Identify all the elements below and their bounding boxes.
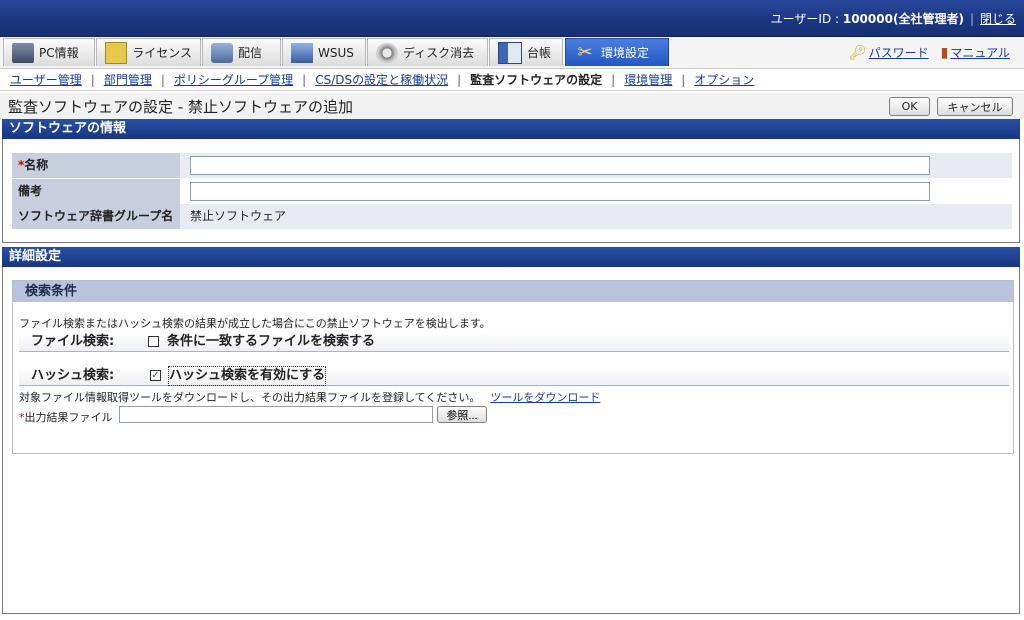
name-input[interactable]: [190, 156, 930, 175]
password-link[interactable]: パスワード: [869, 46, 929, 60]
remarks-label: 備考: [12, 179, 180, 204]
tab-label: 環境設定: [601, 46, 650, 60]
remarks-input[interactable]: [190, 182, 930, 201]
dictionary-group-value: 禁止ソフトウェア: [190, 209, 287, 223]
subnav-cs-ds-settings[interactable]: CS/DSの設定と稼働状況: [315, 71, 448, 88]
user-id-value: 100000(全社管理者): [842, 12, 964, 26]
tab-pc-info[interactable]: PC情報: [3, 38, 95, 66]
browse-button[interactable]: 参照...: [437, 406, 487, 423]
tab-label: 台帳: [527, 46, 552, 60]
distribution-icon: [211, 42, 233, 63]
settings-tools-icon: ✂: [577, 41, 593, 63]
wsus-icon: [291, 42, 313, 63]
hash-search-label: ハッシュ検索:: [31, 368, 115, 383]
tab-environment-settings[interactable]: ✂ 環境設定: [565, 38, 669, 66]
output-file-label: *出力結果ファイル: [19, 411, 113, 424]
page-title: 監査ソフトウェアの設定 - 禁止ソフトウェアの追加: [8, 98, 353, 116]
top-header: ユーザーID : 100000(全社管理者) | 閉じる: [0, 0, 1024, 37]
hash-search-checkbox[interactable]: ✓: [150, 370, 161, 381]
manual-link[interactable]: マニュアル: [950, 46, 1010, 60]
dictionary-group-row: ソフトウェア辞書グループ名 禁止ソフトウェア: [12, 204, 1012, 229]
ok-button[interactable]: OK: [889, 97, 930, 116]
cancel-button[interactable]: キャンセル: [937, 97, 1013, 116]
search-condition-panel: 検索条件 ファイル検索またはハッシュ検索の結果が成立した場合にこの禁止ソフトウェ…: [12, 280, 1014, 454]
tab-label: PC情報: [39, 46, 79, 60]
file-search-label: ファイル検索:: [31, 334, 115, 349]
file-search-checkbox-label[interactable]: 条件に一致するファイルを検索する: [167, 333, 375, 351]
tab-license[interactable]: ライセンス: [96, 38, 201, 66]
hash-search-checkbox-label[interactable]: ハッシュ検索を有効にする: [167, 366, 327, 386]
software-info-header: ソフトウェアの情報: [2, 119, 1020, 139]
user-id-label: ユーザーID :: [770, 12, 843, 26]
tab-wsus[interactable]: WSUS: [282, 38, 366, 66]
subnav-environment-management[interactable]: 環境管理: [624, 71, 672, 88]
license-icon: [105, 41, 128, 64]
remarks-row: 備考: [12, 179, 1012, 204]
download-tool-link[interactable]: ツールをダウンロード: [490, 391, 600, 404]
name-label: *名称: [12, 153, 180, 178]
file-search-row: ファイル検索: 条件に一致するファイルを検索する: [19, 333, 1009, 352]
tab-label: ライセンス: [132, 46, 192, 60]
key-icon: 🔑︎: [848, 45, 867, 61]
disk-erase-icon: [376, 42, 398, 63]
manual-book-icon: ▮: [940, 45, 949, 61]
tab-label: 配信: [238, 46, 263, 60]
details-header: 詳細設定: [2, 247, 1020, 267]
tab-disk-erase[interactable]: ディスク消去: [367, 38, 488, 66]
tab-distribution[interactable]: 配信: [202, 38, 281, 66]
hash-search-row: ハッシュ検索: ✓ ハッシュ検索を有効にする: [19, 366, 1009, 386]
subnav-policy-group-management[interactable]: ポリシーグループ管理: [174, 71, 293, 88]
pc-icon: [12, 42, 34, 63]
user-info: ユーザーID : 100000(全社管理者) | 閉じる: [771, 10, 1016, 27]
sub-navigation: ユーザー管理 | 部門管理 | ポリシーグループ管理 | CS/DSの設定と稼働状況 |…: [0, 69, 1024, 91]
tab-label: WSUS: [318, 45, 354, 60]
page-title-row: 監査ソフトウェアの設定 - 禁止ソフトウェアの追加 OK キャンセル: [0, 93, 1024, 119]
output-file-input[interactable]: [119, 406, 433, 423]
name-row: *名称: [12, 153, 1012, 178]
top-links: 🔑︎ パスワード ▮ マニュアル: [849, 44, 1010, 61]
dictionary-group-label: ソフトウェア辞書グループ名: [12, 204, 180, 229]
tab-ledger[interactable]: 台帳: [489, 38, 563, 66]
subnav-department-management[interactable]: 部門管理: [104, 71, 152, 88]
subnav-options[interactable]: オプション: [694, 71, 754, 88]
search-condition-title: 検索条件: [13, 281, 1013, 302]
close-link[interactable]: 閉じる: [980, 12, 1016, 26]
subnav-user-management[interactable]: ユーザー管理: [10, 71, 82, 88]
ledger-icon: [498, 41, 522, 64]
hash-note: 対象ファイル情報取得ツールをダウンロードし、その出力結果ファイルを登録してくださ…: [19, 391, 601, 404]
file-search-checkbox[interactable]: [148, 336, 159, 347]
tab-label: ディスク消去: [403, 46, 475, 60]
divider: |: [969, 12, 974, 26]
subnav-audit-software-settings: 監査ソフトウェアの設定: [470, 73, 603, 87]
search-description: ファイル検索またはハッシュ検索の結果が成立した場合にこの禁止ソフトウェアを検出し…: [19, 317, 491, 330]
